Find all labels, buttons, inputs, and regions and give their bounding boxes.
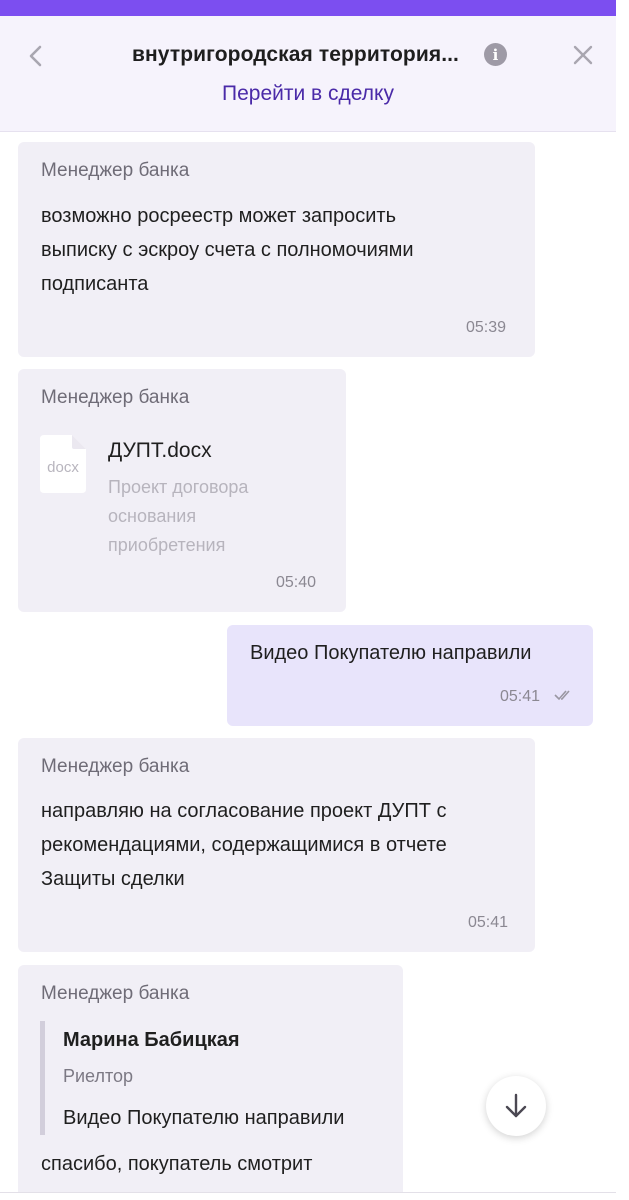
message-line: подписанта <box>41 273 149 295</box>
close-icon <box>573 45 593 65</box>
file-description: Проект договора основания приобретения <box>108 473 308 560</box>
message-line: Защиты сделки <box>41 868 185 890</box>
file-type-label: docx <box>47 459 79 476</box>
scroll-to-bottom-button[interactable] <box>486 1076 546 1136</box>
chat-screen: внутригородская территория... i Перейти … <box>0 0 629 1200</box>
file-description-line: основания <box>108 506 197 526</box>
go-to-deal-link[interactable]: Перейти в сделку <box>0 82 616 106</box>
message-time: 05:41 <box>500 688 541 705</box>
message-sender: Менеджер банка <box>41 756 190 777</box>
message-time: 05:39 <box>466 319 507 336</box>
message-line: выписку с эскроу счета с полномочиями <box>41 239 414 261</box>
close-button[interactable] <box>570 42 596 68</box>
file-name[interactable]: ДУПТ.docx <box>108 439 212 463</box>
message-time: 05:41 <box>468 914 509 931</box>
message-line: направляю на согласование проект ДУПТ с <box>41 800 447 822</box>
top-accent-bar <box>0 0 616 16</box>
quoted-author-role: Риелтор <box>63 1066 134 1086</box>
message-bubble: Менеджер банка Марина Бабицкая Риелтор В… <box>18 965 403 1192</box>
arrow-down-icon <box>505 1093 527 1118</box>
double-check-icon <box>554 690 570 701</box>
message-line: рекомендациями, содержащимися в отчете <box>41 834 447 856</box>
message-text: Видео Покупателю направили <box>250 642 532 664</box>
quoted-message[interactable]: Марина Бабицкая Риелтор Видео Покупателю… <box>40 1021 380 1135</box>
message-bubble: Менеджер банка возможно росреестр может … <box>18 142 535 357</box>
docx-file-icon[interactable]: docx <box>40 435 86 493</box>
quoted-author-name: Марина Бабицкая <box>63 1029 240 1051</box>
quoted-text: Видео Покупателю направили <box>63 1107 345 1129</box>
chevron-left-icon <box>29 45 42 67</box>
file-description-line: Проект договора <box>108 477 249 497</box>
bottom-divider <box>0 1192 616 1193</box>
message-line: возможно росреестр может запросить <box>41 205 396 227</box>
outgoing-message-bubble: Видео Покупателю направили 05:41 <box>227 625 593 726</box>
message-sender: Менеджер банка <box>41 160 190 181</box>
chat-title: внутригородская территория... <box>132 43 459 66</box>
file-description-line: приобретения <box>108 535 226 555</box>
chat-header: внутригородская территория... i Перейти … <box>0 16 616 132</box>
message-sender: Менеджер банка <box>41 983 190 1004</box>
message-bubble: Менеджер банка направляю на согласование… <box>18 738 535 952</box>
back-button[interactable] <box>22 42 50 70</box>
message-text: спасибо, покупатель смотрит <box>41 1153 313 1175</box>
message-bubble: Менеджер банка docx ДУПТ.docx Проект дог… <box>18 369 346 612</box>
info-icon[interactable]: i <box>484 43 507 66</box>
message-time: 05:40 <box>276 574 317 591</box>
message-sender: Менеджер банка <box>41 387 190 408</box>
